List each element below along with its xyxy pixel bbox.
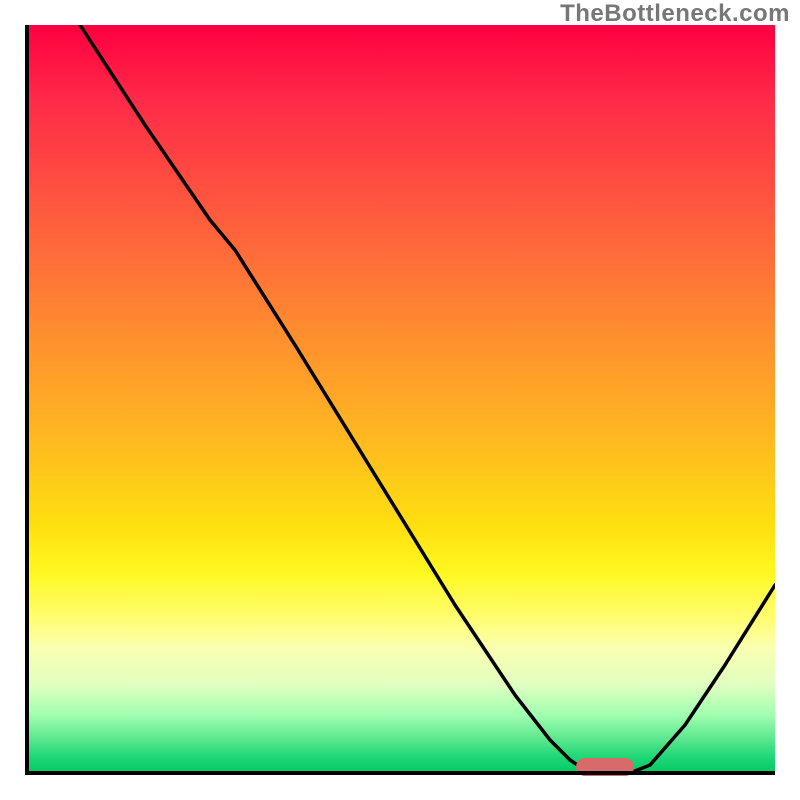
chart-container: TheBottleneck.com [0,0,800,800]
bottleneck-curve [25,25,775,775]
plot-area [25,25,775,775]
watermark-text: TheBottleneck.com [560,0,790,28]
curve-path [80,25,775,773]
optimal-point-marker [576,758,634,776]
